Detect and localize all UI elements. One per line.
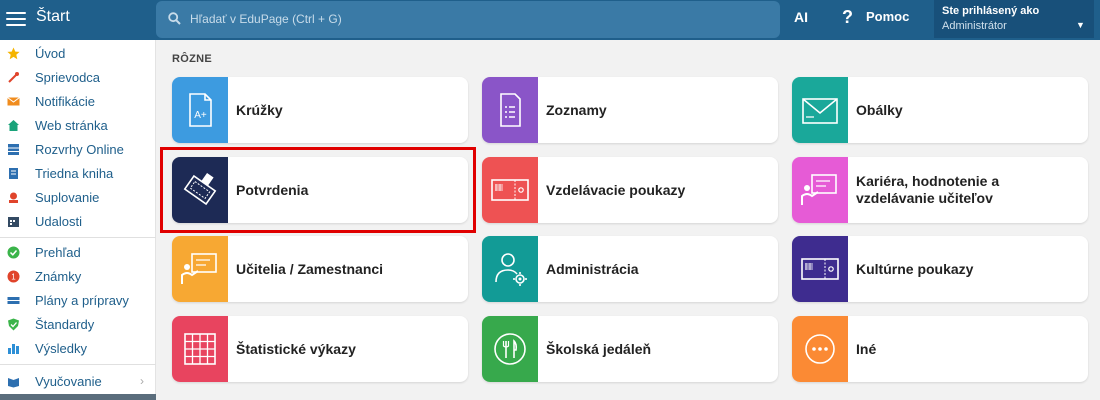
- tile-ucitelia[interactable]: Učitelia / Zamestnanci: [172, 236, 468, 302]
- search-icon: [168, 12, 181, 25]
- chevron-right-icon: ›: [140, 374, 144, 388]
- sidebar-item-standardy[interactable]: Štandardy: [0, 314, 156, 336]
- sidebar-item-plany[interactable]: Plány a prípravy: [0, 290, 156, 312]
- sidebar-item-udalosti[interactable]: Udalosti: [0, 211, 156, 233]
- search-input[interactable]: [190, 9, 750, 29]
- tile-kruzky[interactable]: A+ Krúžky: [172, 77, 468, 143]
- tile-ine[interactable]: Iné: [792, 316, 1088, 382]
- app-title[interactable]: Štart: [36, 8, 70, 26]
- sidebar-item-vyucovanie[interactable]: Vyučovanie ›: [0, 371, 156, 393]
- top-bar: Štart AI ? Pomoc Ste prihlásený ako Admi…: [0, 0, 1100, 40]
- svg-text:A+: A+: [194, 110, 207, 121]
- sidebar: Úvod Sprievodca Notifikácie Web stránka …: [0, 40, 156, 400]
- check-circle-icon: [7, 246, 20, 259]
- teacher-board-icon: [801, 174, 837, 205]
- tile-kulturne-poukazy[interactable]: Kultúrne poukazy: [792, 236, 1088, 302]
- list-document-icon: [500, 93, 521, 127]
- book-icon: [9, 168, 18, 179]
- sidebar-divider: [0, 364, 156, 365]
- sidebar-item-web-stranka[interactable]: Web stránka: [0, 115, 156, 137]
- user-status: Ste prihlásený ako: [942, 5, 1040, 17]
- voucher-icon: [801, 258, 839, 280]
- bar-chart-icon: [8, 344, 19, 354]
- cutlery-icon: [494, 333, 526, 365]
- menu-icon[interactable]: [6, 8, 26, 28]
- section-title: RÔZNE: [172, 53, 212, 65]
- tile-label: Administrácia: [546, 260, 639, 277]
- user-menu[interactable]: Ste prihlásený ako Administrátor ▼: [934, 0, 1094, 38]
- envelope-icon: [7, 97, 20, 106]
- plans-icon: [7, 297, 20, 304]
- shield-icon: [8, 318, 19, 331]
- tile-label: Iné: [856, 340, 877, 357]
- svg-text:1: 1: [11, 273, 16, 282]
- tile-label: Školská jedáleň: [546, 340, 652, 357]
- envelope-icon: [802, 98, 838, 124]
- help-button[interactable]: Pomoc: [866, 9, 909, 24]
- substitution-icon: [9, 192, 18, 203]
- house-icon: [8, 120, 19, 131]
- sidebar-item-sprievodca[interactable]: Sprievodca: [0, 67, 156, 89]
- teacher-board-icon: [181, 253, 217, 284]
- teaching-icon: [8, 378, 19, 388]
- tile-zoznamy[interactable]: Zoznamy: [482, 77, 778, 143]
- sidebar-divider: [0, 237, 156, 238]
- timetable-icon: [8, 144, 19, 155]
- sidebar-item-uvod[interactable]: Úvod: [0, 43, 156, 65]
- tile-label: Krúžky: [236, 101, 283, 118]
- more-dots-icon: [805, 334, 835, 364]
- user-role: Administrátor: [942, 20, 1007, 32]
- sidebar-item-prehlad[interactable]: Prehľad: [0, 242, 156, 264]
- sidebar-item-notifikacie[interactable]: Notifikácie: [0, 91, 156, 113]
- help-icon[interactable]: ?: [842, 7, 853, 28]
- tile-administracia[interactable]: Administrácia: [482, 236, 778, 302]
- tile-label: Kultúrne poukazy: [856, 260, 974, 277]
- sidebar-item-triedna-kniha[interactable]: Triedna kniha: [0, 163, 156, 185]
- grade-document-icon: A+: [189, 93, 212, 127]
- sidebar-item-rozvrhy[interactable]: Rozvrhy Online: [0, 139, 156, 161]
- calendar-icon: [8, 217, 19, 227]
- sidebar-scroll-area: [0, 394, 156, 400]
- tile-label: Zoznamy: [546, 101, 607, 118]
- admin-gear-icon: [495, 253, 527, 286]
- grade-icon: 1: [7, 270, 20, 283]
- grid-table-icon: [184, 333, 216, 365]
- tile-obalky[interactable]: Obálky: [792, 77, 1088, 143]
- caret-down-icon: ▼: [1076, 20, 1085, 30]
- sidebar-item-znamky[interactable]: 1 Známky: [0, 266, 156, 288]
- magic-wand-icon: [8, 72, 19, 83]
- tile-label: Kariéra, hodnotenie a vzdelávanie učiteľ…: [856, 173, 1000, 206]
- sidebar-item-suplovanie[interactable]: Suplovanie: [0, 187, 156, 209]
- tile-label: Štatistické výkazy: [236, 340, 356, 357]
- tile-label: Obálky: [856, 101, 903, 118]
- search-box[interactable]: [156, 1, 780, 38]
- ai-button[interactable]: AI: [794, 9, 808, 25]
- tile-vzdelavacie-poukazy[interactable]: Vzdelávacie poukazy: [482, 157, 778, 223]
- highlight-frame: [160, 147, 476, 233]
- tile-label: Učitelia / Zamestnanci: [236, 260, 384, 277]
- voucher-icon: [491, 179, 529, 201]
- tile-statisticke-vykazy[interactable]: Štatistické výkazy: [172, 316, 468, 382]
- star-icon: [7, 47, 20, 60]
- tile-skolska-jedalen[interactable]: Školská jedáleň: [482, 316, 778, 382]
- sidebar-item-vysledky[interactable]: Výsledky: [0, 338, 156, 360]
- tile-label: Vzdelávacie poukazy: [546, 181, 686, 198]
- tile-kariera[interactable]: Kariéra, hodnotenie a vzdelávanie učiteľ…: [792, 157, 1088, 223]
